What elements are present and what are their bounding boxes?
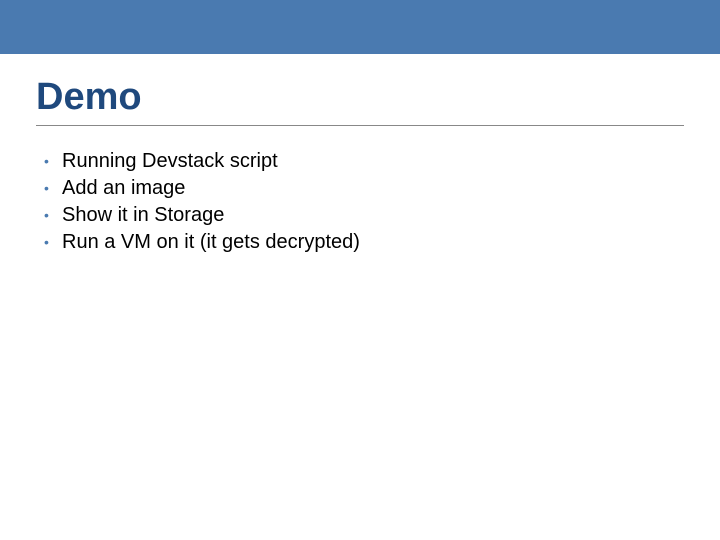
- bullet-list: Running Devstack script Add an image Sho…: [36, 148, 684, 256]
- list-item: Add an image: [44, 175, 684, 202]
- title-divider: [36, 125, 684, 126]
- list-item: Run a VM on it (it gets decrypted): [44, 229, 684, 256]
- list-item: Running Devstack script: [44, 148, 684, 175]
- list-item: Show it in Storage: [44, 202, 684, 229]
- header-bar: [0, 0, 720, 54]
- slide-title: Demo: [36, 76, 684, 119]
- slide-content: Demo Running Devstack script Add an imag…: [0, 54, 720, 256]
